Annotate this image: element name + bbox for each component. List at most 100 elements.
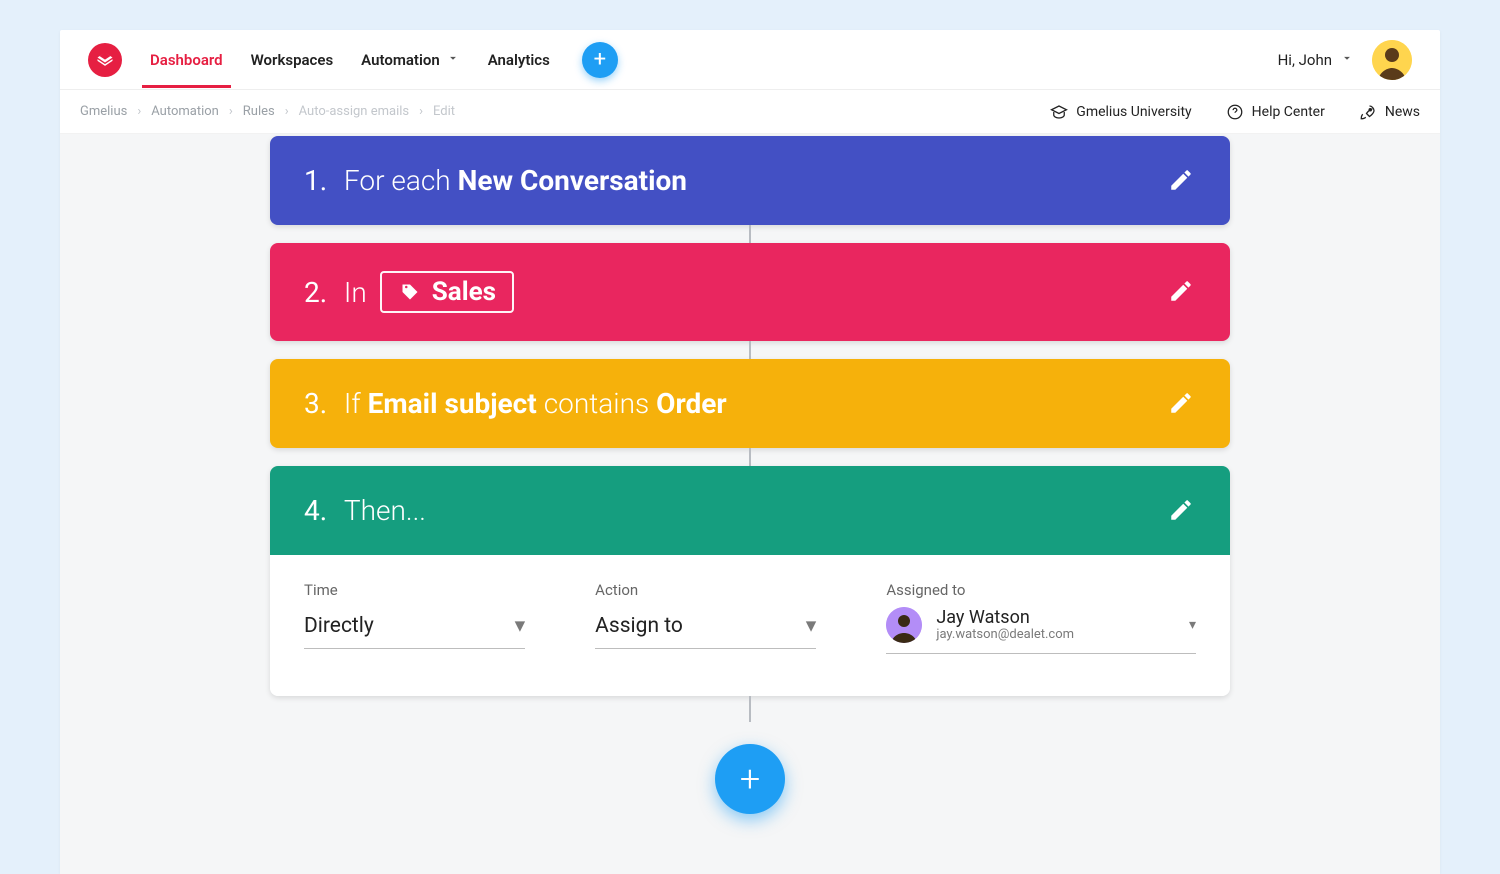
- pencil-icon: [1168, 390, 1194, 416]
- step-number: 2.: [304, 276, 327, 309]
- link-news-label: News: [1385, 104, 1420, 120]
- step-trigger-text: 1. For each New Conversation: [304, 164, 687, 197]
- step-number: 4.: [304, 494, 327, 527]
- step-trigger[interactable]: 1. For each New Conversation: [270, 136, 1230, 225]
- step-prefix: In: [344, 276, 367, 309]
- link-university-label: Gmelius University: [1076, 104, 1191, 120]
- step-condition-text: 3. If Email subject contains Order: [304, 387, 727, 420]
- edit-condition-button[interactable]: [1168, 390, 1196, 418]
- time-field: Time Directly ▾: [304, 581, 525, 654]
- breadcrumb-rule-name[interactable]: Auto-assign emails: [299, 104, 409, 119]
- chevron-down-icon: [446, 51, 460, 69]
- chevron-down-icon: ▾: [515, 613, 526, 638]
- step-then-header[interactable]: 4. Then...: [270, 466, 1230, 555]
- user-avatar[interactable]: [1372, 40, 1412, 80]
- condition-field: Email subject: [368, 387, 537, 420]
- breadcrumb-edit: Edit: [433, 104, 455, 119]
- chevron-down-icon: [1340, 51, 1354, 69]
- edit-scope-button[interactable]: [1168, 278, 1196, 306]
- help-icon: [1226, 103, 1244, 121]
- time-select[interactable]: Directly ▾: [304, 607, 525, 649]
- avatar-icon: [886, 607, 922, 643]
- subbar: Gmelius › Automation › Rules › Auto-assi…: [60, 90, 1440, 134]
- action-select[interactable]: Assign to ▾: [595, 607, 816, 649]
- breadcrumb-rules[interactable]: Rules: [243, 104, 275, 119]
- graduation-cap-icon: [1050, 103, 1068, 121]
- scope-tag: Sales: [380, 271, 514, 313]
- link-help-label: Help Center: [1252, 104, 1325, 120]
- pencil-icon: [1168, 278, 1194, 304]
- step-condition[interactable]: 3. If Email subject contains Order: [270, 359, 1230, 448]
- link-help-center[interactable]: Help Center: [1226, 103, 1325, 121]
- step-prefix: If: [344, 387, 361, 420]
- flow-connector: [749, 696, 751, 722]
- plus-icon: +: [594, 47, 606, 72]
- chevron-right-icon: ›: [285, 104, 289, 119]
- sublinks: Gmelius University Help Center News: [1050, 103, 1420, 121]
- time-value: Directly: [304, 614, 374, 638]
- pencil-icon: [1168, 167, 1194, 193]
- topbar-right: Hi, John: [1278, 40, 1412, 80]
- step-scope-text: 2. In Sales: [304, 271, 514, 313]
- add-step-button[interactable]: +: [715, 744, 785, 814]
- edit-then-button[interactable]: [1168, 497, 1196, 525]
- nav-workspaces[interactable]: Workspaces: [251, 51, 334, 69]
- flow-connector: [749, 225, 751, 243]
- assignee-text: Jay Watson jay.watson@dealet.com: [936, 608, 1074, 643]
- assignee-email: jay.watson@dealet.com: [936, 627, 1074, 642]
- tag-icon: [398, 282, 422, 302]
- topbar: Dashboard Workspaces Automation Analytic…: [60, 30, 1440, 90]
- rocket-icon: [1359, 103, 1377, 121]
- chevron-down-icon: ▾: [1189, 617, 1196, 633]
- brand-logo[interactable]: [88, 43, 122, 77]
- flow-connector: [749, 448, 751, 466]
- gmelius-logo-icon: [95, 50, 115, 70]
- assignee-select[interactable]: Jay Watson jay.watson@dealet.com ▾: [886, 607, 1196, 654]
- step-number: 1.: [304, 164, 327, 197]
- link-news[interactable]: News: [1359, 103, 1420, 121]
- pencil-icon: [1168, 497, 1194, 523]
- chevron-right-icon: ›: [137, 104, 141, 119]
- plus-icon: +: [740, 758, 760, 800]
- step-then-body: Time Directly ▾ Action Assign to ▾: [270, 555, 1230, 696]
- rule-flow: 1. For each New Conversation 2. In Sales: [270, 136, 1230, 814]
- chevron-right-icon: ›: [419, 104, 423, 119]
- action-label: Action: [595, 581, 816, 599]
- time-label: Time: [304, 581, 525, 599]
- nav-automation[interactable]: Automation: [361, 51, 460, 69]
- chevron-right-icon: ›: [229, 104, 233, 119]
- action-value: Assign to: [595, 614, 683, 638]
- scope-tag-label: Sales: [432, 277, 496, 307]
- breadcrumb-root[interactable]: Gmelius: [80, 104, 127, 119]
- rule-canvas: 1. For each New Conversation 2. In Sales: [60, 134, 1440, 874]
- breadcrumb: Gmelius › Automation › Rules › Auto-assi…: [80, 104, 455, 119]
- step-then: 4. Then... Time Directly ▾: [270, 466, 1230, 696]
- nav-add-button[interactable]: +: [582, 42, 618, 78]
- step-then-text: 4. Then...: [304, 494, 426, 527]
- step-value: New Conversation: [458, 164, 687, 197]
- user-menu[interactable]: Hi, John: [1278, 51, 1354, 69]
- avatar-icon: [1372, 40, 1412, 80]
- assignee-name: Jay Watson: [936, 608, 1074, 628]
- step-number: 3.: [304, 387, 327, 420]
- edit-trigger-button[interactable]: [1168, 167, 1196, 195]
- link-university[interactable]: Gmelius University: [1050, 103, 1191, 121]
- assigned-to-field: Assigned to Jay Watson jay.watson@dealet…: [886, 581, 1196, 654]
- step-then-label: Then...: [344, 494, 426, 527]
- nav-automation-label: Automation: [361, 51, 440, 69]
- primary-nav: Dashboard Workspaces Automation Analytic…: [150, 42, 618, 78]
- chevron-down-icon: ▾: [806, 613, 817, 638]
- nav-analytics[interactable]: Analytics: [488, 51, 550, 69]
- app-shell: Dashboard Workspaces Automation Analytic…: [60, 30, 1440, 874]
- condition-operator: contains: [544, 387, 649, 420]
- step-prefix: For each: [344, 164, 451, 197]
- action-field: Action Assign to ▾: [595, 581, 816, 654]
- step-scope[interactable]: 2. In Sales: [270, 243, 1230, 341]
- condition-value: Order: [656, 387, 726, 420]
- breadcrumb-automation[interactable]: Automation: [151, 104, 219, 119]
- user-greeting: Hi, John: [1278, 51, 1332, 69]
- nav-dashboard[interactable]: Dashboard: [150, 51, 223, 69]
- assigned-to-label: Assigned to: [886, 581, 1196, 599]
- assignee-avatar: [886, 607, 922, 643]
- flow-connector: [749, 341, 751, 359]
